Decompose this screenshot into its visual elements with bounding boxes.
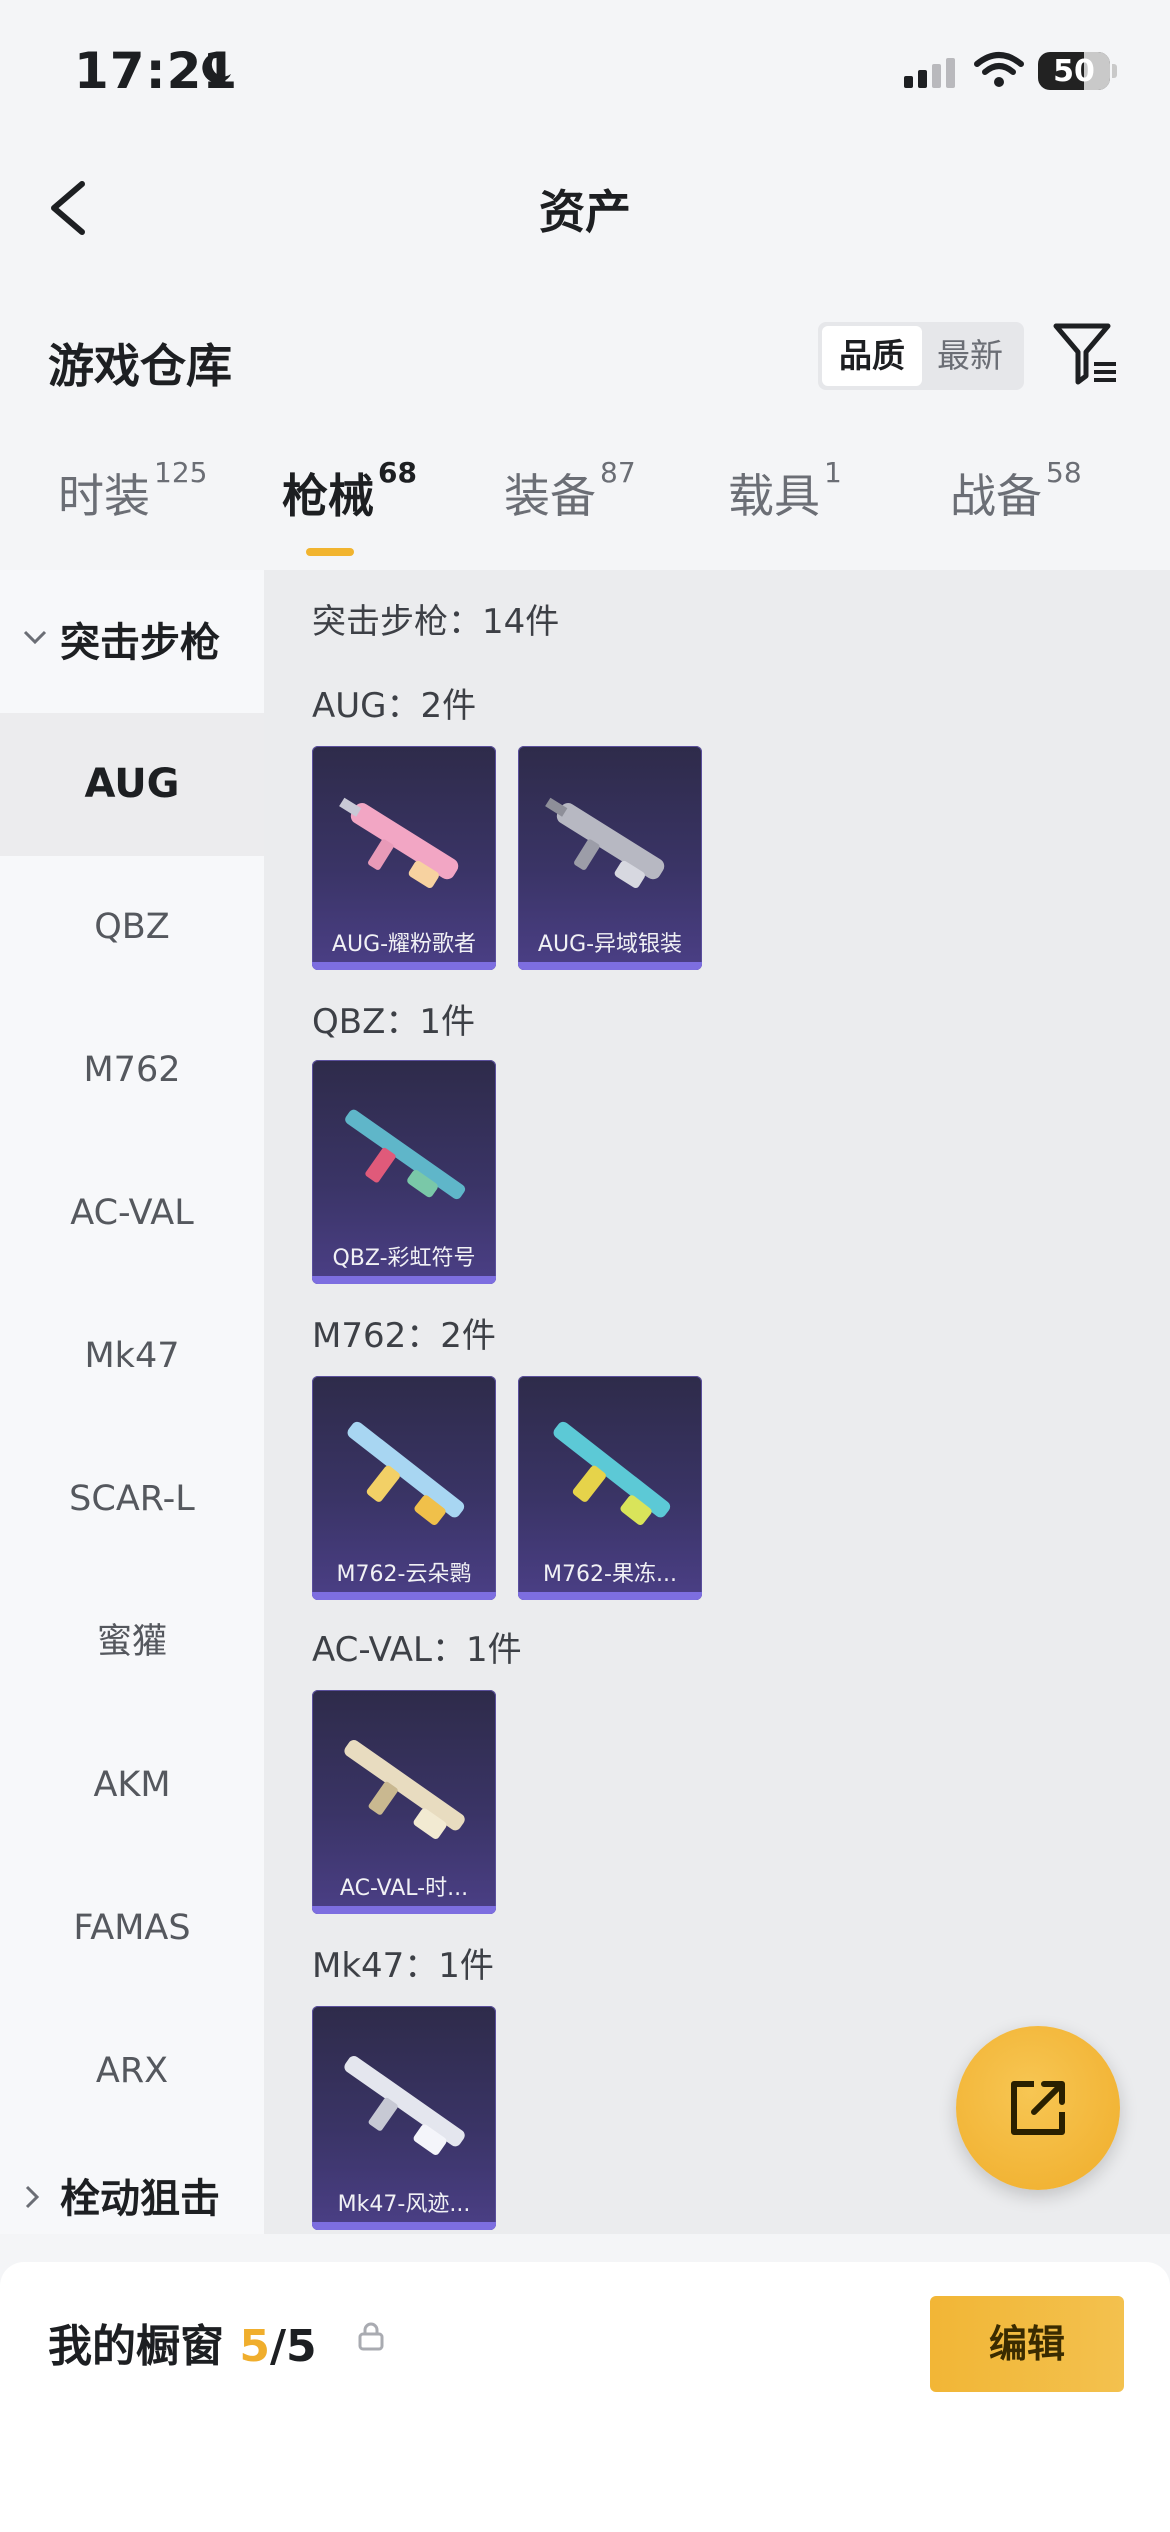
tab-count: 68	[378, 456, 417, 489]
showcase-bar: 我的橱窗 5/5 编辑	[0, 2262, 1170, 2532]
weapon-card-name: M762-果冻...	[543, 1562, 677, 1587]
edit-button[interactable]: 编辑	[930, 2296, 1124, 2392]
share-icon	[1011, 2081, 1065, 2135]
tab-label: 枪械	[282, 469, 374, 523]
gun-skin-icon	[339, 797, 459, 888]
sidebar-group-assault-rifle[interactable]: 突击步枪	[0, 570, 264, 710]
showcase-count-total: /5	[269, 2321, 317, 2372]
sidebar-item-scar-l[interactable]: SCAR-L	[0, 1428, 264, 1571]
wifi-icon	[974, 52, 1024, 87]
tab-fashion[interactable]: 时装 125	[58, 456, 207, 526]
sidebar-item-arx[interactable]: ARX	[0, 2000, 264, 2143]
tab-count: 58	[1046, 456, 1082, 489]
category-summary: 突击步枪：14件	[312, 602, 560, 642]
chevron-down-icon	[23, 630, 47, 645]
sidebar-item-aug[interactable]: AUG	[0, 713, 264, 856]
battery-indicator: 50	[1038, 52, 1110, 90]
section-title-ac-val: AC-VAL：1件	[312, 1630, 522, 1670]
showcase-count-current: 5	[239, 2321, 270, 2372]
section-title-qbz: QBZ：1件	[312, 1002, 476, 1042]
sidebar-group-label: 栓动狙击	[60, 2176, 220, 2222]
lock-icon	[358, 2322, 384, 2351]
tab-count: 1	[824, 456, 842, 489]
sidebar-item-honey-badger[interactable]: 蜜獾	[0, 1571, 264, 1714]
tab-count: 125	[154, 456, 208, 489]
weapon-card-name: Mk47-风迹...	[337, 2192, 471, 2217]
status-bar: 17:21 50	[0, 0, 1170, 150]
tab-label: 时装	[58, 469, 150, 523]
sidebar-item-akm[interactable]: AKM	[0, 1714, 264, 1857]
signal-icon	[904, 58, 955, 88]
sort-latest-button[interactable]: 最新	[920, 326, 1020, 386]
tab-guns[interactable]: 枪械 68	[282, 456, 417, 526]
tab-count: 87	[600, 456, 636, 489]
weapon-card[interactable]: Mk47-风迹...	[312, 2006, 496, 2230]
page-title: 资产	[539, 185, 631, 239]
weapon-card-name: AUG-异域银装	[537, 932, 683, 957]
section-title-m762: M762：2件	[312, 1316, 496, 1356]
sidebar-item-famas[interactable]: FAMAS	[0, 1857, 264, 2000]
gun-skin-icon	[553, 1421, 671, 1526]
sidebar-group-label: 突击步枪	[60, 620, 220, 666]
gun-skin-icon	[345, 1109, 466, 1200]
weapon-card-name: QBZ-彩虹符号	[332, 1246, 476, 1271]
moon-icon	[202, 52, 231, 83]
sort-toggle: 品质 最新	[818, 322, 1024, 390]
tab-battle-gear[interactable]: 战备 58	[950, 456, 1082, 526]
tab-label: 载具	[728, 469, 820, 523]
gun-skin-icon	[545, 797, 665, 888]
sort-quality-button[interactable]: 品质	[822, 326, 922, 386]
category-tabs: 时装 125 枪械 68 装备 87 载具 1 战备 58	[0, 456, 1170, 560]
weapon-card[interactable]: M762-云朵鹮	[312, 1376, 496, 1600]
sidebar-item-ac-val[interactable]: AC-VAL	[0, 1142, 264, 1285]
tab-label: 装备	[504, 469, 596, 523]
section-title-mk47: Mk47：1件	[312, 1946, 494, 1986]
weapon-card[interactable]: AC-VAL-时...	[312, 1690, 496, 1914]
warehouse-title: 游戏仓库	[48, 339, 232, 393]
weapon-card[interactable]: AUG-耀粉歌者	[312, 746, 496, 970]
section-title-aug: AUG：2件	[312, 686, 477, 726]
share-button[interactable]	[956, 2026, 1120, 2190]
tab-equipment[interactable]: 装备 87	[504, 456, 636, 526]
weapon-card-name: AUG-耀粉歌者	[331, 932, 477, 957]
weapon-card[interactable]: M762-果冻...	[518, 1376, 702, 1600]
showcase-label: 我的橱窗 5/5	[48, 2310, 317, 2374]
sidebar-item-m762[interactable]: M762	[0, 999, 264, 1142]
filter-icon	[1053, 323, 1116, 385]
weapon-sidebar: 突击步枪 AUG QBZ M762 AC-VAL Mk47 SCAR-L 蜜獾 …	[0, 570, 264, 2234]
weapon-card[interactable]: AUG-异域银装	[518, 746, 702, 970]
weapon-list: 突击步枪：14件 AUG：2件 AUG-耀粉歌者 AUG-异域银装 QBZ：1件	[264, 570, 1170, 2234]
showcase-title: 我的橱窗	[48, 2321, 224, 2372]
weapon-card[interactable]: QBZ-彩虹符号	[312, 1060, 496, 1284]
active-tab-indicator	[306, 548, 354, 556]
weapon-card-name: M762-云朵鹮	[336, 1562, 472, 1587]
tab-label: 战备	[950, 469, 1042, 523]
gun-skin-icon	[347, 1421, 465, 1526]
sidebar-item-qbz[interactable]: QBZ	[0, 856, 264, 999]
sidebar-group-bolt-sniper[interactable]: 栓动狙击	[0, 2136, 264, 2234]
chevron-right-icon	[25, 2185, 40, 2209]
sidebar-item-mk47[interactable]: Mk47	[0, 1285, 264, 1428]
weapon-card-name: AC-VAL-时...	[339, 1876, 469, 1901]
battery-level: 50	[1053, 54, 1095, 89]
gun-skin-icon	[344, 1740, 465, 1839]
tab-vehicles[interactable]: 载具 1	[728, 456, 842, 526]
filter-button[interactable]	[1052, 320, 1122, 390]
gun-skin-icon	[344, 2056, 465, 2155]
